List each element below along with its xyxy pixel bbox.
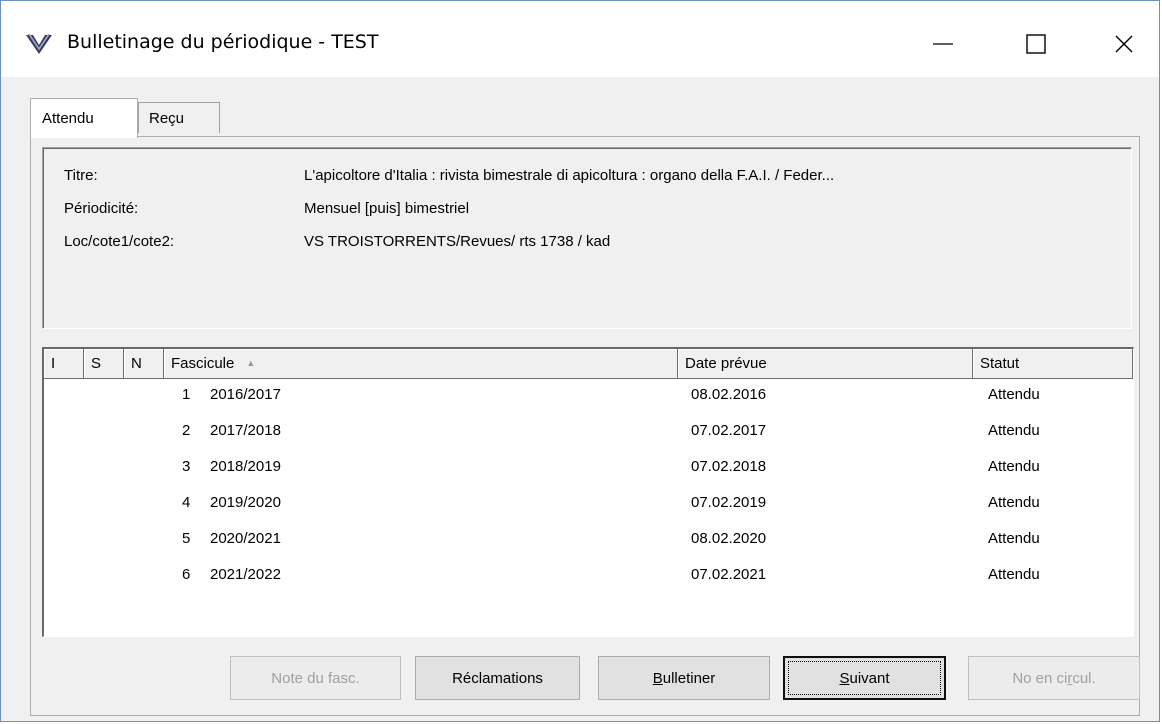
table-row[interactable]: 1 2016/2017 08.02.2016 Attendu — [44, 381, 1133, 417]
fascicule-cell: 2021/2022 — [210, 566, 281, 583]
no-en-circul-button[interactable]: No en circul. — [968, 656, 1140, 700]
column-header-i[interactable]: I — [44, 349, 84, 379]
fascicule-cell: 2018/2019 — [210, 458, 281, 475]
minimize-button[interactable] — [912, 19, 974, 69]
statut-cell: Attendu — [988, 530, 1040, 547]
date-cell: 07.02.2019 — [691, 494, 767, 511]
tab-recu[interactable]: Reçu — [138, 102, 220, 133]
statut-cell: Attendu — [988, 566, 1040, 583]
fascicules-table[interactable]: I S N Fascicule ▲ Date prévue Statut 1 20… — [42, 347, 1134, 637]
column-header-n[interactable]: N — [124, 349, 164, 379]
titre-label: Titre: — [64, 167, 98, 184]
row-number: 5 — [182, 530, 191, 547]
row-number: 2 — [182, 422, 191, 439]
row-number: 4 — [182, 494, 191, 511]
fascicule-cell: 2020/2021 — [210, 530, 281, 547]
date-cell: 07.02.2017 — [691, 422, 767, 439]
table-row[interactable]: 5 2020/2021 08.02.2020 Attendu — [44, 525, 1133, 561]
date-cell: 07.02.2018 — [691, 458, 767, 475]
statut-cell: Attendu — [988, 386, 1040, 403]
date-cell: 07.02.2021 — [691, 566, 767, 583]
periodicite-value: Mensuel [puis] bimestriel — [304, 200, 470, 217]
table-row[interactable]: 6 2021/2022 07.02.2021 Attendu — [44, 561, 1133, 597]
fascicule-cell: 2016/2017 — [210, 386, 281, 403]
tab-recu-label: Reçu — [149, 110, 185, 127]
tab-attendu[interactable]: Attendu — [30, 98, 138, 138]
tab-attendu-label: Attendu — [42, 110, 94, 127]
table-row[interactable]: 2 2017/2018 07.02.2017 Attendu — [44, 417, 1133, 453]
title-bar[interactable]: Bulletinage du périodique - TEST — [1, 1, 1159, 77]
minimize-icon — [933, 43, 953, 45]
row-number: 6 — [182, 566, 191, 583]
titre-value: L'apicoltore d'Italia : rivista bimestra… — [304, 167, 835, 184]
bulletiner-button[interactable]: Bulletiner — [598, 656, 770, 700]
fascicule-cell: 2017/2018 — [210, 422, 281, 439]
maximize-icon — [1026, 34, 1046, 54]
window-title: Bulletinage du périodique - TEST — [67, 31, 379, 53]
reclamations-button[interactable]: Réclamations — [415, 656, 580, 700]
column-header-statut[interactable]: Statut — [973, 349, 1133, 379]
statut-cell: Attendu — [988, 458, 1040, 475]
table-row[interactable]: 3 2018/2019 07.02.2018 Attendu — [44, 453, 1133, 489]
sort-ascending-icon: ▲ — [246, 358, 256, 368]
close-button[interactable] — [1093, 19, 1155, 69]
table-row[interactable]: 4 2019/2020 07.02.2019 Attendu — [44, 489, 1133, 525]
close-icon — [1115, 35, 1133, 53]
dialog-window: Bulletinage du périodique - TEST Attendu… — [0, 0, 1160, 722]
column-header-fascicule[interactable]: Fascicule ▲ — [164, 349, 678, 379]
column-header-date-prevue[interactable]: Date prévue — [678, 349, 973, 379]
row-number: 3 — [182, 458, 191, 475]
focus-ring — [788, 661, 941, 695]
row-number: 1 — [182, 386, 191, 403]
statut-cell: Attendu — [988, 422, 1040, 439]
suivant-button[interactable]: Suivant — [783, 656, 946, 700]
note-du-fasc-button[interactable]: Note du fasc. — [230, 656, 401, 700]
loc-cote-label: Loc/cote1/cote2: — [64, 233, 175, 250]
periodicite-label: Périodicité: — [64, 200, 139, 217]
fascicule-cell: 2019/2020 — [210, 494, 281, 511]
app-logo-icon — [26, 33, 52, 54]
column-header-s[interactable]: S — [84, 349, 124, 379]
date-cell: 08.02.2020 — [691, 530, 767, 547]
statut-cell: Attendu — [988, 494, 1040, 511]
maximize-button[interactable] — [1005, 19, 1067, 69]
date-cell: 08.02.2016 — [691, 386, 767, 403]
loc-cote-value: VS TROISTORRENTS/Revues/ rts 1738 / kad — [304, 233, 611, 250]
